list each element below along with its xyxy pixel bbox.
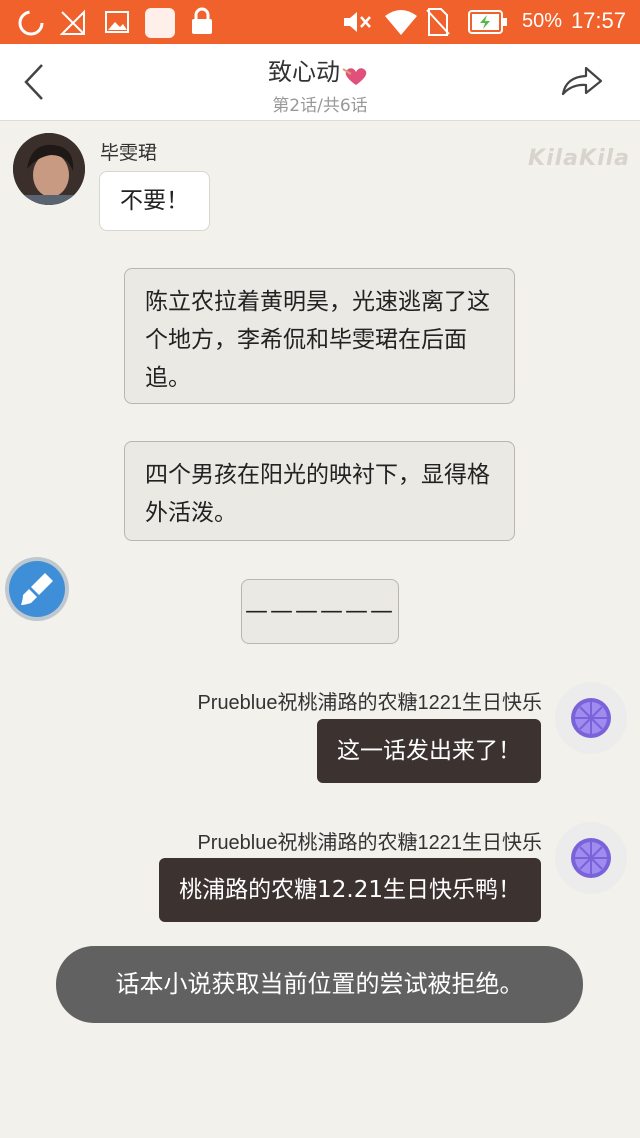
- lock-icon: [192, 7, 212, 34]
- chapter-indicator: 第2话/共6话: [272, 96, 368, 116]
- page-title-row: 致心动: [0, 52, 640, 87]
- paintbrush-float-button[interactable]: [5, 557, 69, 621]
- character-message-bubble: 不要！: [99, 171, 210, 231]
- battery-percent: 50%: [522, 10, 563, 32]
- portrait-image: [13, 133, 85, 205]
- reader-header: 致心动 第2话/共6话: [0, 44, 640, 121]
- no-signal-icon: [59, 9, 85, 35]
- paintbrush-icon: [21, 573, 53, 605]
- reader-name: Prueblue祝桃浦路的农糖1221生日快乐: [197, 832, 542, 854]
- narration-bubble: 四个男孩在阳光的映衬下，显得格外活泼。: [124, 441, 515, 541]
- toast-notification: 话本小说获取当前位置的尝试被拒绝。: [56, 946, 583, 1023]
- page-title: 致心动: [268, 58, 340, 86]
- reader-name: Prueblue祝桃浦路的农糖1221生日快乐: [197, 692, 542, 714]
- no-sim-icon: [426, 8, 450, 36]
- clock-time: 17:57: [570, 8, 626, 33]
- reader-avatar[interactable]: [555, 822, 627, 894]
- reader-message-bubble: 桃浦路的农糖12.21生日快乐鸭！: [159, 858, 541, 922]
- narration-bubble: 陈立农拉着黄明昊，光速逃离了这个地方，李希侃和毕雯珺在后面追。: [124, 268, 515, 404]
- character-avatar[interactable]: [13, 133, 85, 205]
- narration-divider-bubble: ——————: [241, 579, 399, 644]
- title-block: 致心动 第2话/共6话: [0, 52, 640, 116]
- reader-message-bubble: 这一话发出来了！: [317, 719, 541, 783]
- battery-icon: [468, 10, 507, 34]
- heart-icon: [342, 67, 367, 85]
- lemon-slice-icon: [571, 698, 611, 738]
- reader-avatar[interactable]: [555, 682, 627, 754]
- image-icon: [105, 11, 129, 33]
- status-bar: 50% 17:57: [0, 0, 640, 44]
- lemon-slice-icon: [571, 838, 611, 878]
- loading-ring-icon: [18, 10, 44, 36]
- share-arrow-icon[interactable]: [560, 64, 604, 100]
- character-name: 毕雯珺: [100, 142, 158, 164]
- watermark-logo: KilaKila: [528, 146, 630, 171]
- wifi-icon: [385, 10, 417, 35]
- mute-icon: [344, 12, 371, 32]
- app-square-icon: [145, 8, 175, 38]
